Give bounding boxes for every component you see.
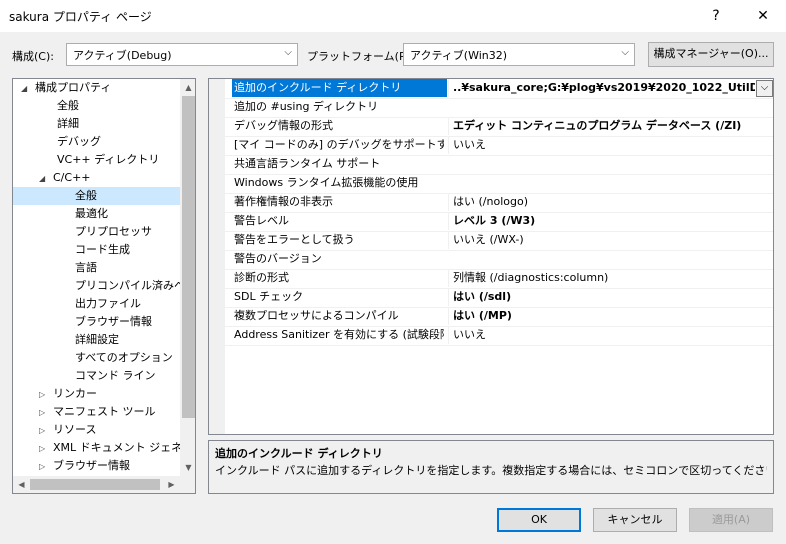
grid-row-suppress-banner[interactable]: 著作権情報の非表示 はい (/nologo) [225, 193, 773, 213]
window-title: sakura プロパティ ページ [9, 10, 152, 24]
tree-item-vc-directories[interactable]: VC++ ディレクトリ [57, 151, 181, 169]
scroll-down-icon[interactable]: ▼ [180, 459, 195, 476]
config-label: 構成(C): [12, 50, 54, 63]
ok-button[interactable]: OK [497, 508, 581, 532]
tree-item-general[interactable]: 全般 [57, 97, 181, 115]
tree-horizontal-scrollbar[interactable]: ◀ ▶ [13, 476, 195, 493]
tree-item-output-files[interactable]: 出力ファイル [75, 295, 181, 313]
collapsed-icon[interactable]: ▷ [39, 404, 53, 422]
scroll-right-icon[interactable]: ▶ [163, 476, 180, 493]
grid-row-address-sanitizer[interactable]: Address Sanitizer を有効にする (試験段階 いいえ [225, 326, 773, 346]
platform-value: アクティブ(Win32) [410, 49, 508, 62]
tree-item-preprocessor[interactable]: プリプロセッサ [75, 223, 181, 241]
tree-item-advanced-settings[interactable]: 詳細設定 [75, 331, 181, 349]
platform-label: プラットフォーム(P): [307, 50, 414, 63]
collapsed-icon[interactable]: ▷ [39, 458, 53, 476]
help-button[interactable]: ? [693, 0, 739, 32]
grid-row-clr-support[interactable]: 共通言語ランタイム サポート [225, 155, 773, 175]
grid-row-debug-info-format[interactable]: デバッグ情報の形式 エディット コンティニュのプログラム データベース (/ZI) [225, 117, 773, 137]
chevron-down-icon[interactable]: ⌵ [756, 80, 773, 97]
expanded-icon[interactable]: ◢ [21, 80, 35, 98]
tree-scroll-thumb[interactable] [182, 96, 195, 418]
title-bar: sakura プロパティ ページ ? ✕ [0, 0, 786, 32]
tree-item-xml-doc-generator[interactable]: ▷XML ドキュメント ジェネレー [39, 439, 181, 457]
platform-select[interactable]: アクティブ(Win32) ⌵ [403, 43, 635, 66]
property-tree[interactable]: ◢ 構成プロパティ 全般 詳細 デバッグ VC++ ディレクトリ ◢ C/C++ 全… [12, 78, 196, 494]
tree-item-advanced[interactable]: 詳細 [57, 115, 181, 133]
tree-item-optimization[interactable]: 最適化 [75, 205, 181, 223]
description-title: 追加のインクルード ディレクトリ [215, 447, 383, 460]
tree-item-language[interactable]: 言語 [75, 259, 181, 277]
grid-row-multiprocessor-compile[interactable]: 複数プロセッサによるコンパイル はい (/MP) [225, 307, 773, 327]
grid-row-warning-version[interactable]: 警告のバージョン [225, 250, 773, 270]
tree-item-precompiled-headers[interactable]: プリコンパイル済みヘッ [75, 277, 181, 295]
description-text: インクルード パスに追加するディレクトリを指定します。複数指定する場合には、セミ… [215, 464, 767, 477]
tree-item-code-generation[interactable]: コード生成 [75, 241, 181, 259]
tree-item-debugging[interactable]: デバッグ [57, 133, 181, 151]
tree-item-browse-info[interactable]: ブラウザー情報 [75, 313, 181, 331]
grid-row-using-dirs[interactable]: 追加の #using ディレクトリ [225, 98, 773, 118]
config-select[interactable]: アクティブ(Debug) ⌵ [66, 43, 298, 66]
grid-row-warning-level[interactable]: 警告レベル レベル 3 (/W3) [225, 212, 773, 232]
config-value: アクティブ(Debug) [73, 49, 172, 62]
tree-item-config-properties[interactable]: ◢ 構成プロパティ [21, 79, 181, 97]
grid-row-winrt-extensions[interactable]: Windows ランタイム拡張機能の使用 [225, 174, 773, 194]
expanded-icon[interactable]: ◢ [39, 170, 53, 188]
grid-row-just-my-code[interactable]: [マイ コードのみ] のデバッグをサポートする いいえ [225, 136, 773, 156]
tree-item-browse-info-group[interactable]: ▷ ブラウザー情報 [39, 457, 181, 475]
tree-item-all-options[interactable]: すべてのオプション [75, 349, 181, 367]
tree-vertical-scrollbar[interactable]: ▲ ▼ [180, 79, 195, 476]
tree-item-cpp[interactable]: ◢ C/C++ [39, 169, 181, 187]
collapsed-icon[interactable]: ▷ [39, 386, 53, 404]
description-panel: 追加のインクルード ディレクトリ インクルード パスに追加するディレクトリを指定… [208, 440, 774, 494]
tree-item-linker[interactable]: ▷ リンカー [39, 385, 181, 403]
grid-row-warnings-as-errors[interactable]: 警告をエラーとして扱う いいえ (/WX-) [225, 231, 773, 251]
collapsed-icon[interactable]: ▷ [39, 440, 53, 457]
tree-item-cpp-general[interactable]: 全般 [13, 187, 195, 205]
collapsed-icon[interactable]: ▷ [39, 422, 53, 440]
tree-item-manifest-tool[interactable]: ▷ マニフェスト ツール [39, 403, 181, 421]
grid-row-diagnostics-format[interactable]: 診断の形式 列情報 (/diagnostics:column) [225, 269, 773, 289]
tree-item-command-line[interactable]: コマンド ライン [75, 367, 181, 385]
scroll-up-icon[interactable]: ▲ [180, 79, 195, 96]
config-manager-button[interactable]: 構成マネージャー(O)... [648, 42, 774, 67]
tree-hscroll-thumb[interactable] [30, 479, 160, 490]
chevron-down-icon: ⌵ [621, 47, 629, 58]
tree-item-resources[interactable]: ▷ リソース [39, 421, 181, 439]
grid-row-sdl-checks[interactable]: SDL チェック はい (/sdl) [225, 288, 773, 308]
cancel-button[interactable]: キャンセル [593, 508, 677, 532]
close-button[interactable]: ✕ [740, 0, 786, 32]
property-grid[interactable]: 追加のインクルード ディレクトリ ..¥sakura_core;G:¥plog¥… [208, 78, 774, 435]
grid-gutter [209, 79, 225, 434]
apply-button[interactable]: 適用(A) [689, 508, 773, 532]
grid-row-include-dirs[interactable]: 追加のインクルード ディレクトリ ..¥sakura_core;G:¥plog¥… [225, 79, 773, 99]
scroll-left-icon[interactable]: ◀ [13, 476, 30, 493]
chevron-down-icon: ⌵ [284, 47, 292, 58]
